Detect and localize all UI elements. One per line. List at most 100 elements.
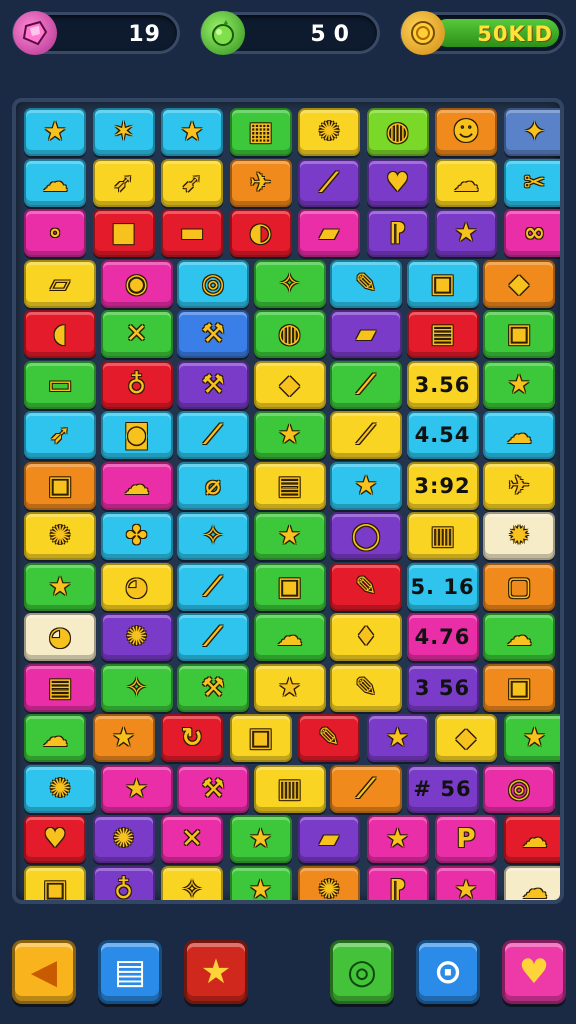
tile-r5-c3[interactable]: ⚒ [177, 310, 249, 358]
tile-r11-c7[interactable]: ☁ [483, 613, 555, 661]
tile-r13-c8[interactable]: ★ [503, 714, 560, 762]
tile-r5-c4[interactable]: ◍ [253, 310, 326, 358]
tile-r9-c4[interactable]: ★ [253, 512, 326, 560]
menu-button[interactable]: ▤ [98, 940, 162, 1004]
tile-r16-c8[interactable]: ☁ [503, 865, 560, 900]
tile-r11-c4[interactable]: ☁ [253, 613, 326, 661]
tile-r15-c3[interactable]: ✕ [161, 815, 223, 863]
tile-r14-c5[interactable]: ⟋ [330, 764, 402, 813]
tile-r1-c2[interactable]: ✶ [92, 108, 155, 156]
tile-r8-c5[interactable]: ★ [330, 461, 402, 510]
tile-r6-c4[interactable]: ◆ [253, 360, 326, 409]
tile-r15-c2[interactable]: ✺ [92, 815, 155, 863]
tile-r15-c1[interactable]: ♥ [24, 815, 86, 863]
tile-r4-c2[interactable]: ◉ [100, 259, 173, 308]
tile-r8-c6[interactable]: 3:92 [406, 461, 479, 510]
tile-r1-c8[interactable]: ✦ [503, 108, 560, 156]
tile-r14-c3[interactable]: ⚒ [177, 764, 249, 813]
tile-r1-c1[interactable]: ★ [24, 108, 86, 156]
tile-r10-c2[interactable]: ◕ [100, 562, 173, 611]
tile-r3-c3[interactable]: ▬ [161, 209, 223, 257]
tile-r10-c7[interactable]: ▢ [483, 562, 555, 611]
tile-r5-c5[interactable]: ▰ [330, 310, 402, 358]
tile-r3-c8[interactable]: ∞ [503, 209, 560, 257]
tile-r15-c6[interactable]: ★ [366, 815, 429, 863]
tile-r12-c1[interactable]: ▤ [24, 663, 96, 712]
tile-r10-c3[interactable]: ⟋ [177, 562, 249, 611]
tile-r5-c1[interactable]: ◖ [24, 310, 96, 358]
tile-r11-c5[interactable]: ♦ [330, 613, 402, 661]
tile-r8-c3[interactable]: ⌀ [177, 461, 249, 510]
tile-r7-c5[interactable]: ⟋ [330, 411, 402, 459]
favorite-button[interactable]: ★ [184, 940, 248, 1004]
like-button[interactable]: ♥ [502, 940, 566, 1004]
tile-r16-c7[interactable]: ★ [435, 865, 497, 900]
tile-r3-c7[interactable]: ★ [435, 209, 497, 257]
tile-r7-c4[interactable]: ★ [253, 411, 326, 459]
tile-r1-c6[interactable]: ◍ [366, 108, 429, 156]
back-button[interactable]: ◀ [12, 940, 76, 1004]
search-button[interactable]: ◎ [330, 940, 394, 1004]
tile-r3-c2[interactable]: ■ [92, 209, 155, 257]
tile-r5-c2[interactable]: ✕ [100, 310, 173, 358]
tile-r16-c1[interactable]: ▣ [24, 865, 86, 900]
tile-r12-c2[interactable]: ✧ [100, 663, 173, 712]
tile-r8-c4[interactable]: ▤ [253, 461, 326, 510]
tile-r2-c6[interactable]: ♥ [366, 158, 429, 207]
tile-r15-c7[interactable]: P [435, 815, 497, 863]
tile-r4-c5[interactable]: ✎ [330, 259, 402, 308]
tile-r11-c1[interactable]: ◕ [24, 613, 96, 661]
tile-r3-c4[interactable]: ◐ [229, 209, 292, 257]
tile-r13-c4[interactable]: ▣ [229, 714, 292, 762]
tile-r3-c5[interactable]: ▰ [298, 209, 360, 257]
tile-r7-c2[interactable]: ◙ [100, 411, 173, 459]
tile-r13-c6[interactable]: ★ [366, 714, 429, 762]
tile-r9-c7[interactable]: ✹ [483, 512, 555, 560]
tile-r13-c7[interactable]: ◆ [435, 714, 497, 762]
tile-r16-c6[interactable]: ⁋ [366, 865, 429, 900]
tile-r9-c3[interactable]: ✧ [177, 512, 249, 560]
tile-r16-c4[interactable]: ★ [229, 865, 292, 900]
tile-r10-c1[interactable]: ★ [24, 562, 96, 611]
tile-r12-c5[interactable]: ✎ [330, 663, 402, 712]
tile-r14-c6[interactable]: # 56 [406, 764, 479, 813]
tile-r12-c3[interactable]: ⚒ [177, 663, 249, 712]
tile-r3-c1[interactable]: ∘ [24, 209, 86, 257]
tile-r6-c1[interactable]: ▭ [24, 360, 96, 409]
tile-r14-c7[interactable]: ◎ [483, 764, 555, 813]
tile-r4-c7[interactable]: ◆ [483, 259, 555, 308]
tile-r13-c2[interactable]: ★ [92, 714, 155, 762]
tile-r15-c5[interactable]: ▰ [298, 815, 360, 863]
tile-r10-c5[interactable]: ✎ [330, 562, 402, 611]
tile-r7-c1[interactable]: ➶ [24, 411, 96, 459]
tile-r12-c4[interactable]: ★ [253, 663, 326, 712]
tile-r5-c6[interactable]: ▤ [406, 310, 479, 358]
tile-r13-c1[interactable]: ☁ [24, 714, 86, 762]
tile-r15-c4[interactable]: ★ [229, 815, 292, 863]
tile-r14-c1[interactable]: ✺ [24, 764, 96, 813]
tile-r9-c5[interactable]: ◯ [330, 512, 402, 560]
tile-r1-c3[interactable]: ★ [161, 108, 223, 156]
tile-r2-c7[interactable]: ☁ [435, 158, 497, 207]
tile-r5-c7[interactable]: ▣ [483, 310, 555, 358]
tile-r16-c3[interactable]: ✧ [161, 865, 223, 900]
tile-r10-c4[interactable]: ▣ [253, 562, 326, 611]
tile-r2-c1[interactable]: ☁ [24, 158, 86, 207]
tile-r2-c5[interactable]: ⟋ [298, 158, 360, 207]
tile-r8-c1[interactable]: ▣ [24, 461, 96, 510]
zoom-button[interactable]: ⊙ [416, 940, 480, 1004]
tile-r2-c8[interactable]: ✂ [503, 158, 560, 207]
tile-r9-c6[interactable]: ▥ [406, 512, 479, 560]
tile-r6-c7[interactable]: ★ [483, 360, 555, 409]
tile-r12-c7[interactable]: ▣ [483, 663, 555, 712]
tile-r7-c6[interactable]: 4.54 [406, 411, 479, 459]
tile-r11-c3[interactable]: ⟋ [177, 613, 249, 661]
tile-r4-c3[interactable]: ◎ [177, 259, 249, 308]
tile-r6-c2[interactable]: ♁ [100, 360, 173, 409]
tile-r8-c7[interactable]: ✈ [483, 461, 555, 510]
tile-r2-c2[interactable]: ➶ [92, 158, 155, 207]
tile-r13-c3[interactable]: ↻ [161, 714, 223, 762]
tile-r6-c6[interactable]: 3.56 [406, 360, 479, 409]
tile-r14-c4[interactable]: ▥ [253, 764, 326, 813]
tile-r2-c4[interactable]: ✈ [229, 158, 292, 207]
